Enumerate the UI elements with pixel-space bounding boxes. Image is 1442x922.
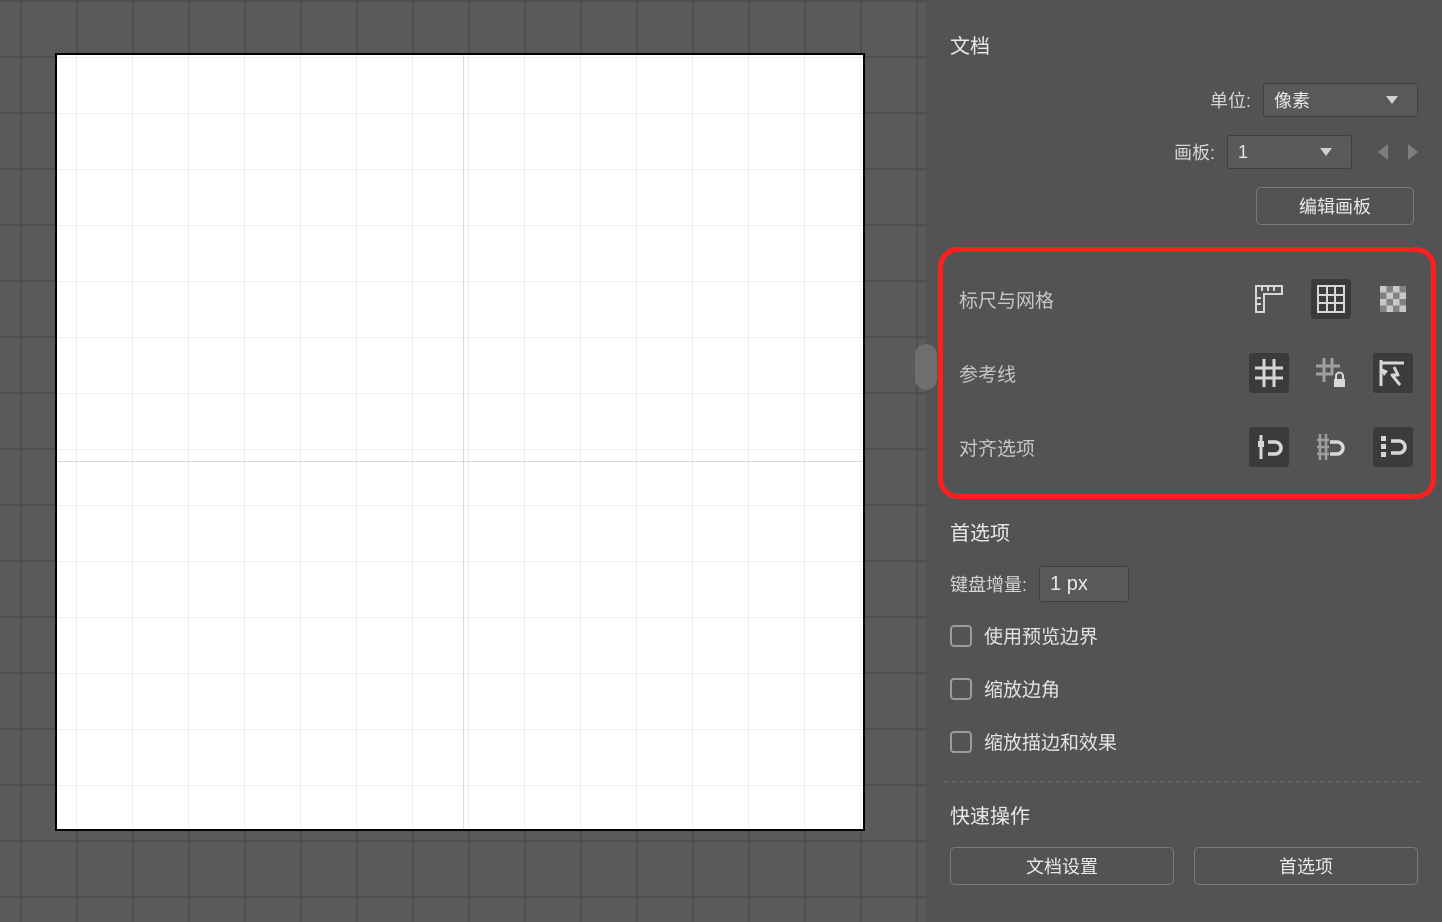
ruler-icon <box>1254 284 1284 314</box>
ruler-toggle[interactable] <box>1249 279 1289 319</box>
smart-guides-toggle[interactable] <box>1373 353 1413 393</box>
chevron-down-icon <box>1311 148 1341 156</box>
document-setup-button[interactable]: 文档设置 <box>950 847 1174 885</box>
edit-artboard-button[interactable]: 编辑画板 <box>1256 187 1414 225</box>
snap-point-icon <box>1254 432 1284 462</box>
preferences-button[interactable]: 首选项 <box>1194 847 1418 885</box>
checkbox-icon <box>950 678 972 700</box>
checkbox-icon <box>950 625 972 647</box>
properties-panel: 文档 单位: 像素 画板: 1 编辑画板 标尺与网格 <box>926 0 1442 922</box>
guides-lock-toggle[interactable] <box>1311 353 1351 393</box>
rulers-grid-label: 标尺与网格 <box>959 286 1054 313</box>
guides-label: 参考线 <box>959 360 1016 387</box>
artboard[interactable] <box>55 53 865 831</box>
keyboard-increment-label: 键盘增量: <box>950 571 1027 597</box>
chevron-down-icon <box>1377 96 1407 104</box>
snap-grid-icon <box>1316 432 1346 462</box>
section-title-document: 文档 <box>950 30 1418 59</box>
section-divider <box>944 781 1424 782</box>
snap-label: 对齐选项 <box>959 434 1035 461</box>
transparency-grid-toggle[interactable] <box>1373 279 1413 319</box>
unit-label: 单位: <box>1210 87 1251 113</box>
checker-icon <box>1380 286 1406 312</box>
keyboard-increment-input[interactable]: 1 px <box>1039 566 1129 602</box>
grid-icon <box>1317 285 1345 313</box>
rulers-guides-snap-group: 标尺与网格 <box>938 247 1436 499</box>
snap-to-pixel-toggle[interactable] <box>1373 427 1413 467</box>
checkbox-icon <box>950 731 972 753</box>
canvas-area[interactable] <box>0 0 926 922</box>
next-artboard-button[interactable] <box>1408 144 1418 160</box>
unit-dropdown[interactable]: 像素 <box>1263 83 1418 117</box>
section-title-preferences: 首选项 <box>950 517 1418 546</box>
artboard-value: 1 <box>1238 142 1248 163</box>
artboard-label: 画板: <box>1174 139 1215 165</box>
artboard-dropdown[interactable]: 1 <box>1227 135 1352 169</box>
guides-lock-icon <box>1316 358 1346 388</box>
section-title-quick: 快速操作 <box>950 800 1418 829</box>
snap-to-point-toggle[interactable] <box>1249 427 1289 467</box>
scale-corners-checkbox[interactable]: 缩放边角 <box>950 675 1418 702</box>
smart-guides-icon <box>1378 358 1408 388</box>
unit-value: 像素 <box>1274 87 1310 113</box>
grid-toggle[interactable] <box>1311 279 1351 319</box>
snap-pixel-icon <box>1378 432 1408 462</box>
prev-artboard-button[interactable] <box>1378 144 1388 160</box>
preview-bounds-checkbox[interactable]: 使用预览边界 <box>950 622 1418 649</box>
guides-visibility-toggle[interactable] <box>1249 353 1289 393</box>
scale-strokes-checkbox[interactable]: 缩放描边和效果 <box>950 728 1418 755</box>
panel-resize-handle[interactable] <box>915 344 937 390</box>
snap-to-grid-toggle[interactable] <box>1311 427 1351 467</box>
guides-toggle-icon <box>1255 359 1283 387</box>
